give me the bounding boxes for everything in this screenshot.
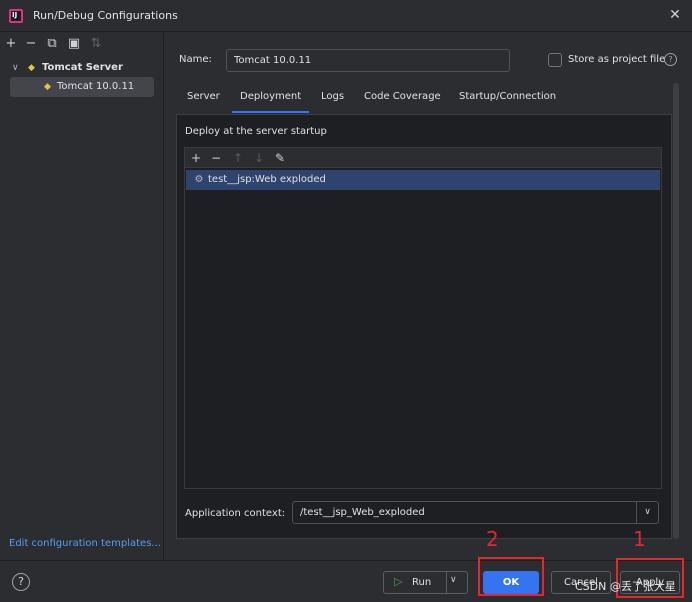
tab-logs[interactable]: Logs — [321, 85, 344, 113]
artifact-list: + − ↑ ↓ ✎ ⚙ test__jsp:Web exploded — [184, 147, 662, 489]
artifact-toolbar: + − ↑ ↓ ✎ — [185, 148, 661, 168]
run-label: Run — [412, 577, 432, 588]
app-context-label: Application context: — [185, 508, 286, 519]
list-item[interactable]: ⚙ test__jsp:Web exploded — [186, 170, 660, 190]
config-tree-panel: + − ⧉ ▣ ⇅ ∨ ◆ Tomcat Server ◆ Tomcat 10.… — [0, 33, 164, 560]
deployment-panel: Deploy at the server startup + − ↑ ↓ ✎ ⚙… — [176, 114, 672, 539]
annotation-number: 2 — [486, 527, 499, 551]
tree-group-tomcat-server[interactable]: ∨ ◆ Tomcat Server — [10, 58, 154, 78]
sort-icon[interactable]: ⇅ — [88, 36, 104, 52]
play-icon: ▷ — [394, 575, 403, 588]
title-bar: IJ Run/Debug Configurations ✕ — [0, 0, 692, 32]
artifact-name: test__jsp:Web exploded — [208, 174, 326, 185]
remove-icon[interactable]: − — [23, 36, 39, 52]
tab-code-coverage[interactable]: Code Coverage — [364, 85, 441, 113]
close-icon[interactable]: ✕ — [666, 6, 684, 24]
divider — [446, 572, 447, 593]
app-context-value: /test__jsp_Web_exploded — [300, 507, 425, 518]
artifact-icon: ⚙ — [194, 174, 204, 185]
scrollbar[interactable] — [673, 83, 679, 539]
chevron-down-icon: ∨ — [12, 63, 19, 73]
help-icon[interactable]: ? — [12, 573, 30, 591]
window-title: Run/Debug Configurations — [33, 9, 178, 22]
tab-server[interactable]: Server — [187, 85, 220, 113]
tree-toolbar: + − ⧉ ▣ ⇅ — [0, 33, 164, 55]
move-down-icon[interactable]: ↓ — [251, 150, 267, 166]
folder-icon[interactable]: ▣ — [66, 36, 82, 52]
annotation-number: 1 — [633, 527, 646, 551]
remove-icon[interactable]: − — [208, 150, 224, 166]
add-icon[interactable]: + — [3, 36, 19, 52]
watermark: CSDN @丢了张大星 — [575, 580, 676, 593]
tree-item-tomcat[interactable]: ◆ Tomcat 10.0.11 — [10, 77, 154, 97]
run-button[interactable]: ▷ Run ∨ — [383, 571, 468, 594]
name-field[interactable]: Tomcat 10.0.11 — [226, 49, 510, 72]
store-as-project-label: Store as project file — [568, 54, 666, 65]
store-as-project-checkbox[interactable] — [548, 53, 562, 67]
tab-startup-connection[interactable]: Startup/Connection — [459, 85, 556, 113]
tomcat-icon: ◆ — [44, 82, 51, 92]
intellij-logo-icon: IJ — [9, 9, 23, 23]
edit-icon[interactable]: ✎ — [272, 150, 288, 166]
help-icon[interactable]: ? — [664, 53, 677, 66]
name-label: Name: — [179, 54, 212, 65]
chevron-down-icon[interactable]: ∨ — [636, 502, 658, 523]
annotation-box-ok — [478, 557, 544, 596]
tab-deployment[interactable]: Deployment — [231, 85, 310, 113]
config-form: Name: Tomcat 10.0.11 Store as project fi… — [165, 33, 692, 560]
move-up-icon[interactable]: ↑ — [230, 150, 246, 166]
app-context-select[interactable]: /test__jsp_Web_exploded ∨ — [292, 501, 659, 524]
deploy-section-label: Deploy at the server startup — [185, 126, 327, 137]
add-icon[interactable]: + — [188, 150, 204, 166]
tree-group-label: Tomcat Server — [42, 62, 123, 73]
chevron-down-icon[interactable]: ∨ — [450, 575, 457, 585]
tree-item-label: Tomcat 10.0.11 — [57, 81, 135, 92]
copy-icon[interactable]: ⧉ — [44, 36, 60, 52]
edit-templates-link[interactable]: Edit configuration templates... — [9, 538, 161, 549]
tomcat-icon: ◆ — [28, 63, 35, 73]
